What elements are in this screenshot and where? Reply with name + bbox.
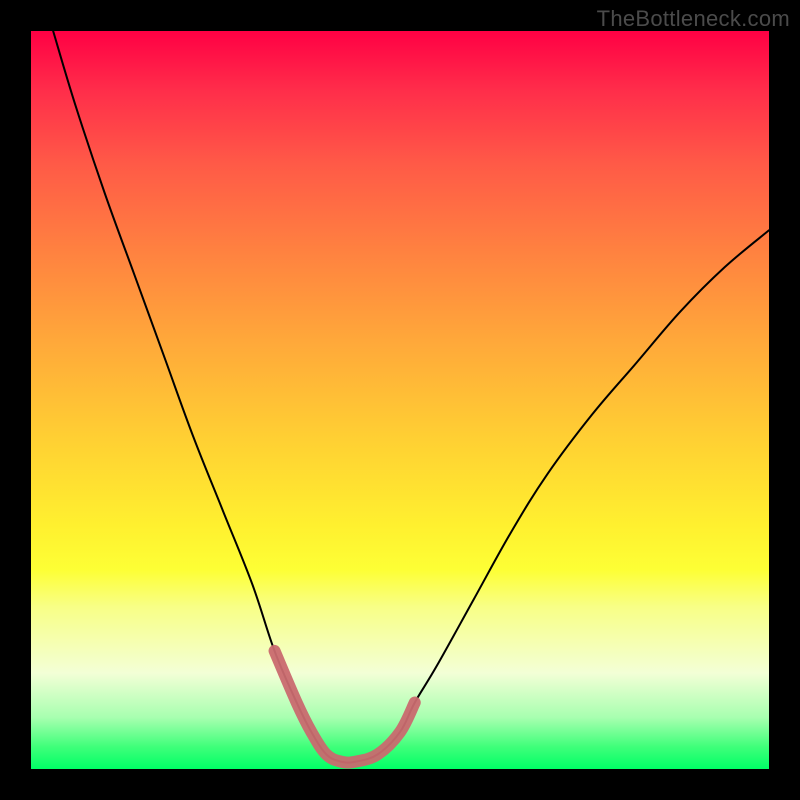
plot-area — [31, 31, 769, 769]
chart-frame: TheBottleneck.com — [0, 0, 800, 800]
highlight-segment — [275, 651, 415, 763]
bottleneck-curve — [53, 31, 769, 763]
watermark-text: TheBottleneck.com — [597, 6, 790, 32]
chart-svg — [31, 31, 769, 769]
